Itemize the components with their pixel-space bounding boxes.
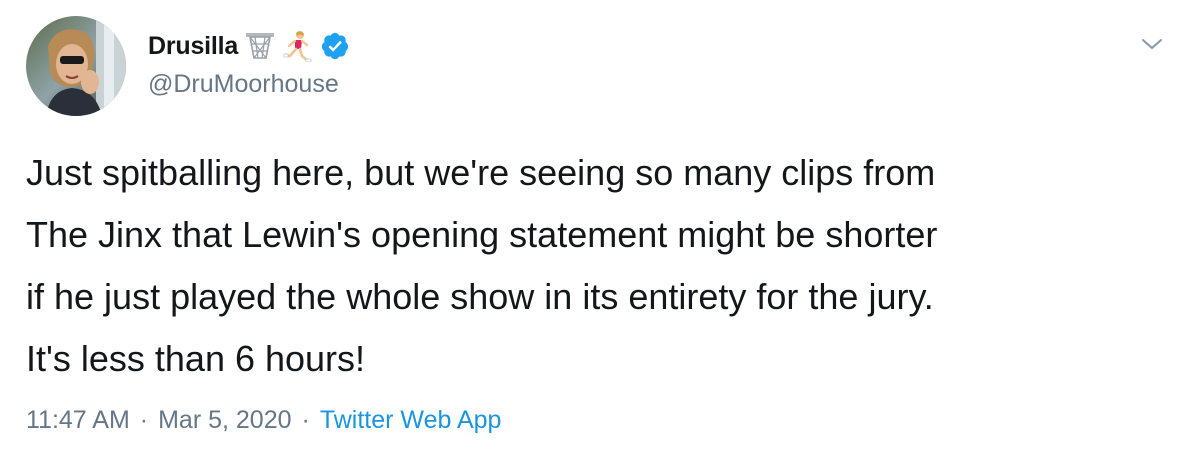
tweet-time[interactable]: 11:47 AM [26, 406, 130, 435]
tweet-date[interactable]: Mar 5, 2020 [158, 406, 291, 435]
tweet-metadata: 11:47 AM · Mar 5, 2020 · Twitter Web App [26, 406, 501, 435]
tweet-card: Drusilla @DruMoorhouse Just spitballing … [0, 0, 1198, 460]
separator-dot: · [139, 406, 149, 434]
verified-badge-icon [320, 31, 350, 61]
avatar[interactable] [26, 16, 126, 116]
tweet-text: Just spitballing here, but we're seeing … [26, 152, 938, 379]
tweet-source-link[interactable]: Twitter Web App [320, 406, 502, 435]
display-name[interactable]: Drusilla [148, 32, 238, 61]
basketball-hoop-icon [244, 30, 276, 62]
author-name-row[interactable]: Drusilla [148, 26, 350, 66]
chevron-down-icon[interactable] [1138, 30, 1166, 58]
avatar-photo-icon [26, 16, 126, 116]
woman-running-icon [282, 30, 312, 63]
user-handle[interactable]: @DruMoorhouse [148, 70, 339, 99]
separator-dot: · [301, 406, 310, 434]
